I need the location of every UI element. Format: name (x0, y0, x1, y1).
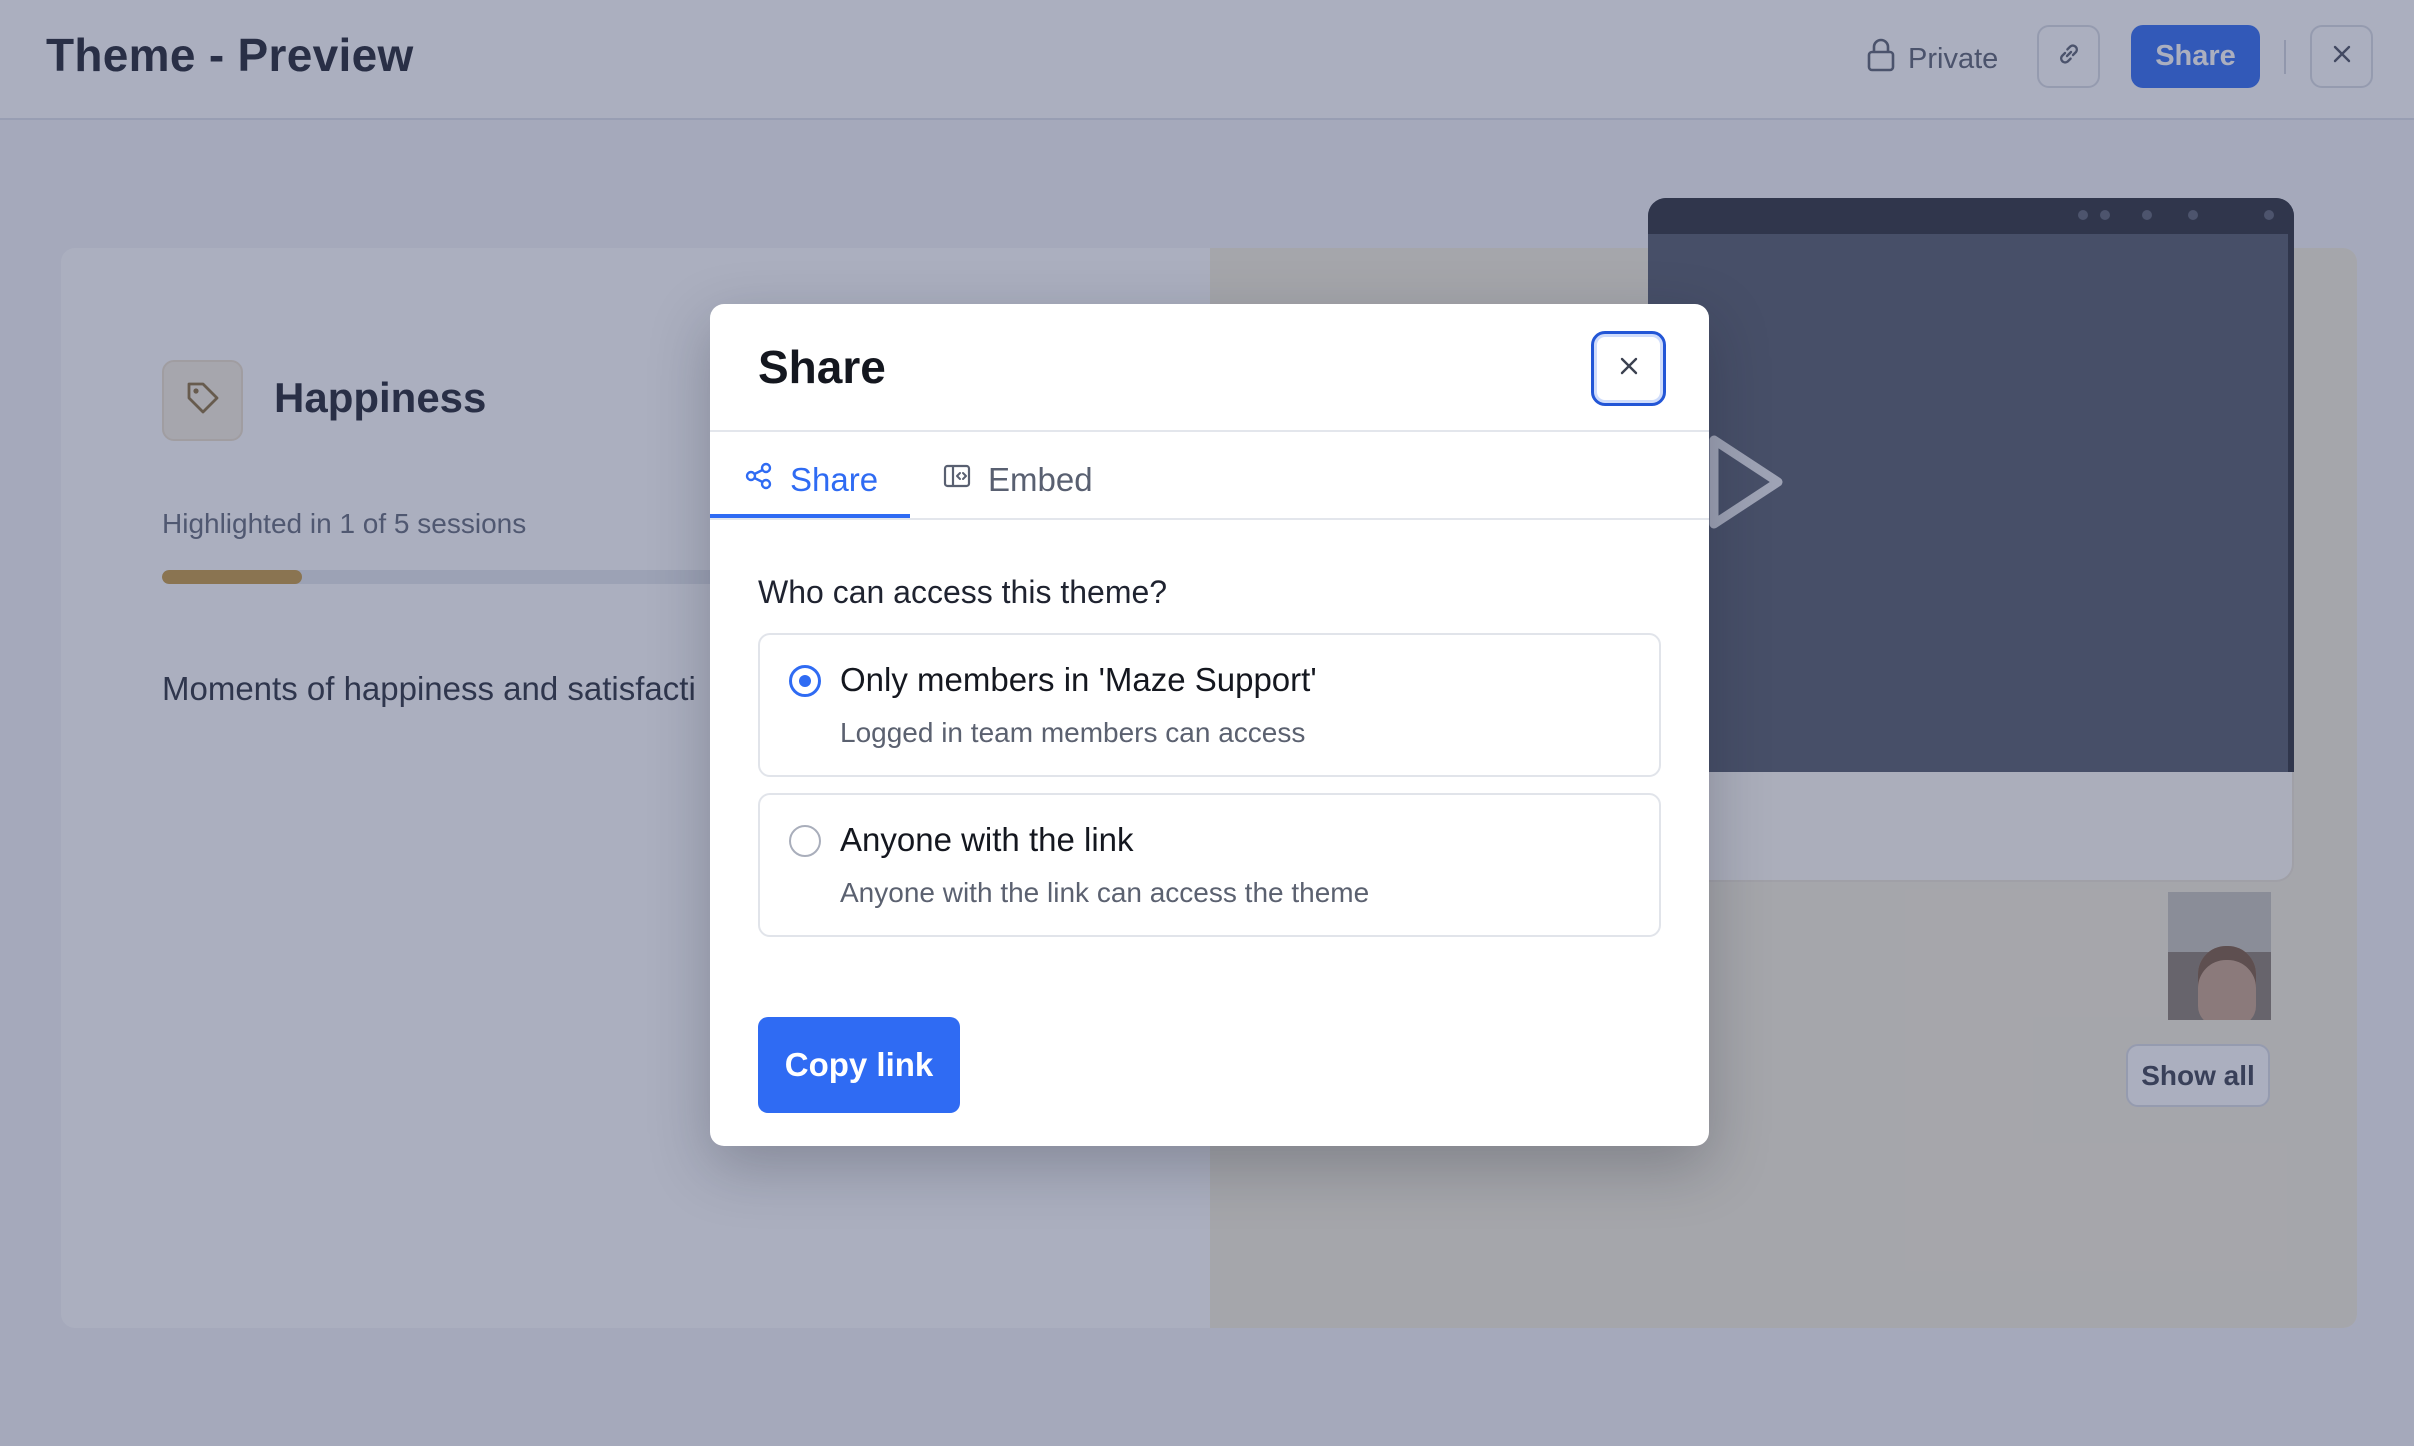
access-option-members[interactable]: Only members in 'Maze Support' Logged in… (758, 633, 1661, 777)
radio-anyone[interactable] (789, 825, 821, 857)
radio-members[interactable] (789, 665, 821, 697)
option-label: Only members in 'Maze Support' (840, 661, 1317, 698)
access-option-anyone[interactable]: Anyone with the link Anyone with the lin… (758, 793, 1661, 937)
dialog-header-divider (710, 430, 1709, 432)
option-description: Anyone with the link can access the them… (840, 877, 1370, 908)
dialog-title: Share (758, 341, 886, 393)
close-icon (1616, 353, 1642, 384)
tab-share[interactable]: Share (744, 452, 878, 508)
copy-link-button[interactable]: Copy link (758, 1017, 960, 1113)
tab-active-indicator (710, 514, 910, 518)
option-description: Logged in team members can access (840, 717, 1306, 748)
dialog-close-button[interactable] (1591, 331, 1666, 406)
tab-embed-label: Embed (988, 461, 1093, 498)
share-icon (744, 461, 774, 499)
embed-icon (942, 461, 972, 499)
share-dialog: Share Share Embed Who can access this th… (710, 304, 1709, 1146)
tab-embed[interactable]: Embed (942, 452, 1093, 508)
access-question: Who can access this theme? (758, 574, 1168, 610)
tabs-divider (710, 518, 1709, 520)
option-label: Anyone with the link (840, 821, 1134, 858)
tab-share-label: Share (790, 461, 879, 498)
